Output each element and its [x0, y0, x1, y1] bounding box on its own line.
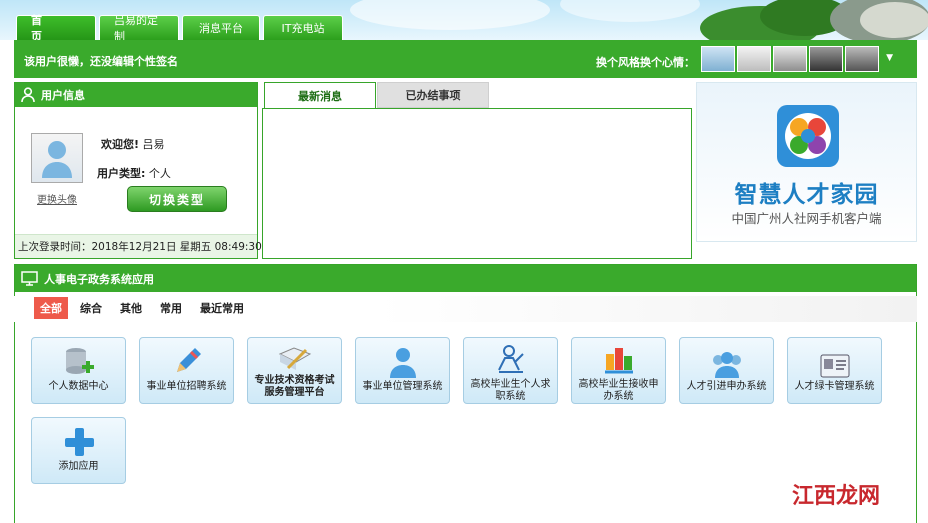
app-logo-icon [777, 105, 839, 167]
group-people-icon [712, 352, 741, 378]
app-tile-add-application[interactable]: 添加应用 [31, 417, 126, 484]
app-label: 事业单位招聘系统 [146, 381, 227, 392]
person-icon [389, 348, 416, 378]
message-panel [262, 108, 692, 259]
plus-icon [64, 428, 94, 456]
filter-frequent[interactable]: 常用 [154, 297, 188, 319]
app-tile-personal-data[interactable]: 个人数据中心 [31, 337, 126, 404]
promo-subtitle: 中国广州人社网手机客户端 [731, 211, 882, 226]
card-icon [820, 354, 849, 378]
welcome-label: 欢迎您! [101, 138, 140, 151]
avatar-person-icon [42, 141, 72, 178]
app-label: 个人数据中心 [48, 381, 109, 392]
theme-picker [701, 46, 879, 72]
header-bar: 该用户很懒，还没编辑个性签名 换个风格换个心情： ▼ [14, 40, 917, 78]
signature-text[interactable]: 该用户很懒，还没编辑个性签名 [24, 53, 178, 69]
graduate-job-icon [497, 345, 524, 373]
app-tile-talent-greencard[interactable]: 人才绿卡管理系统 [787, 337, 882, 404]
graduate-receive-icon [604, 348, 633, 374]
certificate-pen-icon [278, 347, 311, 370]
tab-my-custom[interactable]: 吕易的定制 [99, 14, 179, 43]
app-label: 添加应用 [58, 461, 99, 472]
user-info-title: 用户信息 [41, 89, 85, 102]
tab-home[interactable]: 首 页 [16, 14, 96, 43]
user-info-header: 用户信息 [15, 83, 257, 107]
app-promo-banner[interactable]: 智慧人才家园 中国广州人社网手机客户端 [696, 82, 917, 242]
theme-label: 换个风格换个心情： [596, 56, 695, 69]
switch-type-button[interactable]: 切换类型 [127, 186, 227, 212]
database-add-icon [65, 348, 94, 374]
caret-down-icon[interactable]: ▼ [886, 53, 893, 63]
theme-thumb-tower[interactable] [701, 46, 735, 72]
filter-other[interactable]: 其他 [114, 297, 148, 319]
app-label: 高校毕业生个人求职系统 [470, 379, 551, 402]
user-type-value: 个人 [148, 167, 171, 180]
theme-thumb-building[interactable] [809, 46, 843, 72]
app-label: 人才引进申办系统 [686, 381, 767, 392]
avatar [31, 133, 83, 183]
top-nav-tabs: 首 页 吕易的定制 消息平台 IT充电站 [16, 14, 343, 43]
user-type-label: 用户类型: [97, 167, 146, 180]
theme-thumb-street[interactable] [845, 46, 879, 72]
theme-thumb-plane[interactable] [737, 46, 771, 72]
tab-latest-messages[interactable]: 最新消息 [264, 82, 376, 108]
theme-thumb-car[interactable] [773, 46, 807, 72]
filter-recent[interactable]: 最近常用 [194, 297, 250, 319]
message-tabs: 最新消息 已办结事项 [264, 82, 489, 108]
tab-it-station[interactable]: IT充电站 [263, 15, 343, 40]
apps-panel-header: 人事电子政务系统应用 [15, 265, 916, 292]
app-tile-qualification-exam[interactable]: 专业技术资格考试服务管理平台 [247, 337, 342, 404]
app-tile-graduate-receive[interactable]: 高校毕业生接收申办系统 [571, 337, 666, 404]
promo-title: 智慧人才家园 [734, 182, 879, 208]
filter-general[interactable]: 综合 [74, 297, 108, 319]
filter-all[interactable]: 全部 [34, 297, 68, 319]
pencil-icon [176, 348, 201, 372]
app-tile-graduate-job[interactable]: 高校毕业生个人求职系统 [463, 337, 558, 404]
app-filters: 全部 综合 其他 常用 最近常用 [34, 297, 250, 319]
app-tile-talent-import[interactable]: 人才引进申办系统 [679, 337, 774, 404]
change-avatar-link[interactable]: 更换头像 [37, 191, 77, 206]
app-label: 专业技术资格考试服务管理平台 [254, 375, 335, 398]
tab-completed-items[interactable]: 已办结事项 [377, 82, 489, 108]
app-grid: 个人数据中心 事业单位招聘系统 专业技术资格考试服务管理平台 事业单位管理系统 … [31, 337, 901, 484]
app-label: 高校毕业生接收申办系统 [578, 379, 659, 402]
app-tile-recruitment[interactable]: 事业单位招聘系统 [139, 337, 234, 404]
app-label: 事业单位管理系统 [362, 381, 443, 392]
user-info-panel: 用户信息 更换头像 欢迎您! 吕易 用户类型: 个人 切换类型 上次登录时间：2… [14, 82, 262, 259]
last-login-text: 上次登录时间：2018年12月21日 星期五 08:49:30 [15, 234, 262, 258]
watermark-text: 江西龙网 [792, 483, 881, 509]
tab-messages[interactable]: 消息平台 [182, 15, 260, 40]
username: 吕易 [142, 138, 165, 151]
app-tile-institution-management[interactable]: 事业单位管理系统 [355, 337, 450, 404]
user-icon [21, 87, 35, 103]
app-label: 人才绿卡管理系统 [794, 381, 875, 392]
apps-panel-title: 人事电子政务系统应用 [44, 272, 154, 286]
monitor-icon [21, 271, 38, 286]
